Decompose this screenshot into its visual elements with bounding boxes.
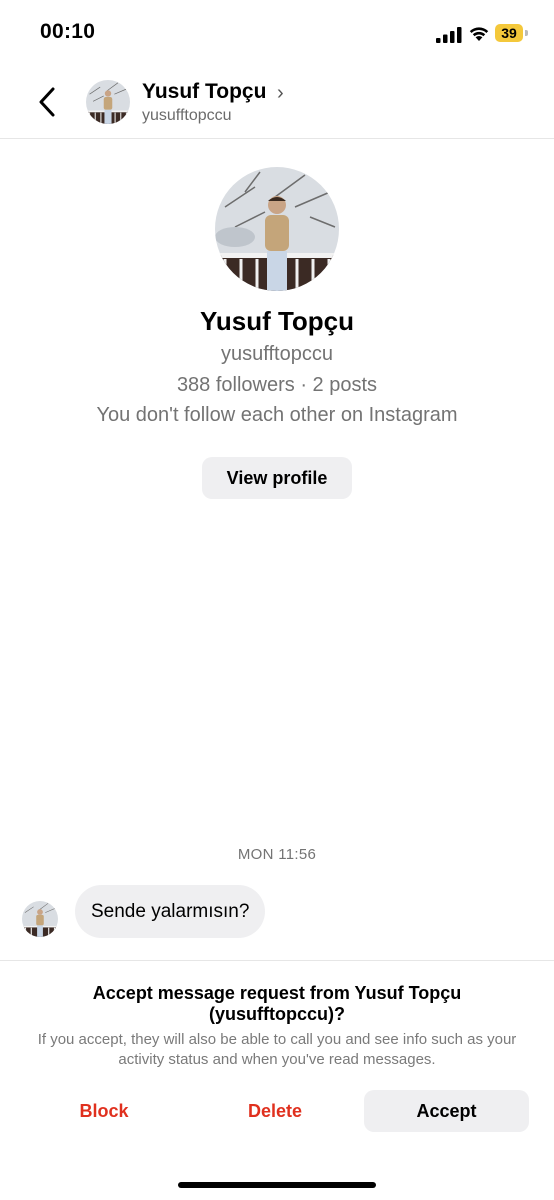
header-divider [0,138,554,139]
battery-icon: 39 [495,24,529,42]
header-name[interactable]: Yusuf Topçu [142,80,266,104]
request-divider [0,960,554,961]
profile-username: yusufftopccu [221,343,333,365]
back-chevron-icon[interactable] [36,86,58,118]
accept-button[interactable]: Accept [364,1090,529,1132]
profile-name: Yusuf Topçu [199,306,355,336]
profile-avatar[interactable] [215,167,339,291]
message-timestamp: MON 11:56 [237,846,317,863]
status-time: 00:10 [40,20,96,43]
sender-avatar[interactable] [22,901,58,937]
chevron-right-icon[interactable]: › [277,82,284,105]
wifi-icon [469,27,489,41]
home-indicator[interactable] [178,1182,376,1188]
message-bubble[interactable]: Sende yalarmısın? [75,885,266,938]
request-title: Accept message request from Yusuf Topçu … [0,983,554,1025]
battery-level: 39 [495,24,523,42]
delete-button[interactable]: Delete [222,1090,328,1132]
block-button[interactable]: Block [52,1090,156,1132]
cellular-signal-icon [436,27,462,43]
header-avatar[interactable] [86,80,130,124]
view-profile-button[interactable]: View profile [202,457,352,499]
follow-relation-text: You don't follow each other on Instagram [96,404,458,426]
profile-stats: 388 followers · 2 posts [176,374,378,396]
request-description: If you accept, they will also be able to… [37,1031,517,1068]
request-title-line2: (yusufftopccu)? [209,1004,345,1024]
header-username: yusufftopccu [142,107,232,124]
request-title-line1: Accept message request from Yusuf Topçu [92,983,462,1003]
